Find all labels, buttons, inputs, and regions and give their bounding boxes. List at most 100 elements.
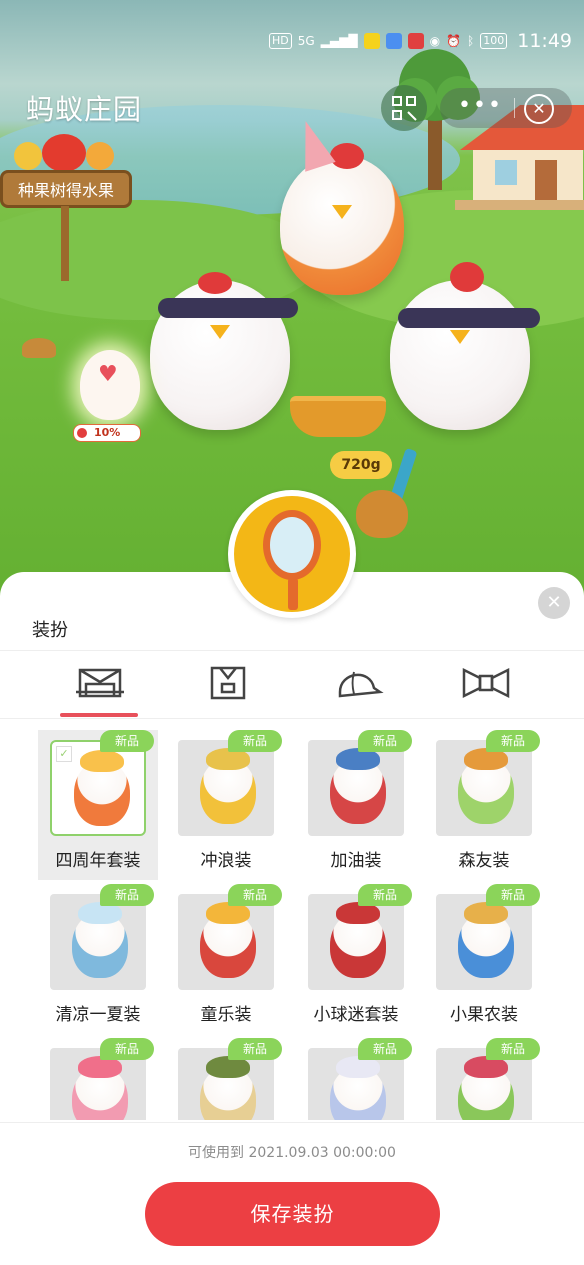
outfit-item[interactable]: 新品 <box>38 1038 154 1120</box>
new-badge: 新品 <box>358 730 412 752</box>
outfit-item[interactable]: 新品清凉一夏装 <box>38 884 154 1034</box>
outfit-label: 小果农装 <box>450 1005 518 1025</box>
dress-up-mirror[interactable] <box>228 490 356 618</box>
outfit-item[interactable]: ✓ 新品四周年套装 <box>38 730 158 880</box>
chick-right[interactable] <box>390 280 530 430</box>
apple-icon <box>42 134 86 172</box>
new-badge: 新品 <box>100 884 154 906</box>
outfit-hat-icon <box>80 750 124 772</box>
bow-icon <box>462 667 510 699</box>
outfit-chick-icon <box>200 748 256 824</box>
outfit-chick-icon <box>72 902 128 978</box>
new-badge: 新品 <box>486 730 540 752</box>
outfit-item[interactable]: 新品 <box>166 1038 282 1120</box>
feed-bowl[interactable] <box>290 396 386 437</box>
suit-icon <box>76 668 124 698</box>
outfit-chick-icon <box>330 902 386 978</box>
mirror-handle <box>288 578 298 610</box>
more-icon[interactable]: ••• <box>458 93 503 118</box>
sign-post <box>61 206 69 281</box>
outfit-thumbnail: ✓ <box>50 740 146 836</box>
new-badge: 新品 <box>100 1038 154 1060</box>
app-notification-icon <box>407 33 424 49</box>
hat-icon <box>338 671 384 698</box>
heart-icon: ♥ <box>98 362 118 387</box>
outfit-label: 森友装 <box>458 851 510 871</box>
outfit-chick-icon <box>200 902 256 978</box>
tab-hat[interactable] <box>330 662 386 706</box>
snail-icon <box>22 338 56 358</box>
outfit-item[interactable]: 新品冲浪装 <box>166 730 282 880</box>
outfit-label: 小球迷套装 <box>313 1005 399 1025</box>
app-notification-icon <box>363 33 380 49</box>
tab-suit[interactable] <box>72 662 128 706</box>
outfit-label: 四周年套装 <box>55 851 141 871</box>
new-badge: 新品 <box>100 730 154 752</box>
selected-check-icon: ✓ <box>56 746 72 762</box>
outfit-item[interactable]: 新品 <box>424 1038 540 1120</box>
panel-close-icon[interactable]: ✕ <box>538 587 570 619</box>
tab-bow[interactable] <box>458 662 514 706</box>
scan-button[interactable] <box>381 85 427 131</box>
feed-amount[interactable]: 720g <box>330 451 392 479</box>
battery-icon: 100 <box>480 33 508 49</box>
love-egg[interactable]: ♥ <box>80 350 140 420</box>
signal-icon: ▂▄▆█ <box>320 34 358 48</box>
outfit-thumbnail <box>178 740 274 836</box>
new-badge: 新品 <box>358 884 412 906</box>
alarm-icon: ⏰ <box>446 34 462 48</box>
chick-beak <box>450 330 470 344</box>
chick-beak <box>210 325 230 339</box>
chick-comb <box>450 262 484 292</box>
divider <box>0 650 584 651</box>
outfit-label: 童乐装 <box>200 1005 252 1025</box>
fruit-tree-sign[interactable]: 种果树得水果 <box>0 170 132 208</box>
category-tabs <box>0 652 584 718</box>
outfit-label: 冲浪装 <box>200 851 252 871</box>
chick-mask <box>398 308 540 328</box>
new-badge: 新品 <box>486 884 540 906</box>
outfit-thumbnail <box>178 894 274 990</box>
outfit-chick-icon <box>72 1056 128 1120</box>
outfit-item[interactable]: 新品 <box>296 1038 412 1120</box>
outfit-item[interactable]: 新品加油装 <box>296 730 412 880</box>
close-icon[interactable]: ✕ <box>524 94 554 124</box>
save-outfit-button[interactable]: 保存装扮 <box>145 1182 440 1246</box>
egg-progress: 10% <box>73 424 141 442</box>
outfit-thumbnail <box>308 894 404 990</box>
outfit-thumbnail <box>308 740 404 836</box>
eye-icon: ◉ <box>429 34 441 48</box>
bluetooth-icon: ᛒ <box>467 34 475 48</box>
app-title: 蚂蚁庄园 <box>26 93 143 126</box>
outfit-item[interactable]: 新品小球迷套装 <box>296 884 412 1034</box>
apple-icon <box>14 142 42 170</box>
outfit-label: 清凉一夏装 <box>55 1005 141 1025</box>
hd-indicator: HD <box>268 33 292 49</box>
mini-program-capsule: ••• ✕ <box>440 88 572 128</box>
tab-clothes[interactable] <box>200 662 256 706</box>
valid-until-text: 可使用到 2021.09.03 00:00:00 <box>188 1145 396 1161</box>
outfit-thumbnail <box>436 740 532 836</box>
divider <box>0 1122 584 1123</box>
clock: 11:49 <box>517 30 572 52</box>
egg-progress-value: 10% <box>94 426 121 439</box>
panel-title: 装扮 <box>32 620 68 641</box>
app-notification-icon <box>385 33 402 49</box>
status-bar: HD 5G ▂▄▆█ ◉ ⏰ ᛒ 100 11:49 <box>0 0 584 68</box>
new-badge: 新品 <box>228 730 282 752</box>
outfit-chick-icon <box>330 1056 386 1120</box>
chick-party[interactable] <box>280 155 404 295</box>
progress-dot <box>77 428 87 438</box>
outfit-chick-icon <box>458 1056 514 1120</box>
mirror-icon <box>263 510 321 580</box>
capsule-divider <box>514 98 515 118</box>
outfit-item[interactable]: 新品童乐装 <box>166 884 282 1034</box>
outfit-label: 加油装 <box>330 851 382 871</box>
chick-comb <box>330 143 364 169</box>
network-type: 5G <box>297 34 315 48</box>
feed-bag-character[interactable] <box>356 490 408 538</box>
outfit-item[interactable]: 新品小果农装 <box>424 884 540 1034</box>
outfit-chick-icon <box>330 748 386 824</box>
new-badge: 新品 <box>228 884 282 906</box>
outfit-item[interactable]: 新品森友装 <box>424 730 540 880</box>
